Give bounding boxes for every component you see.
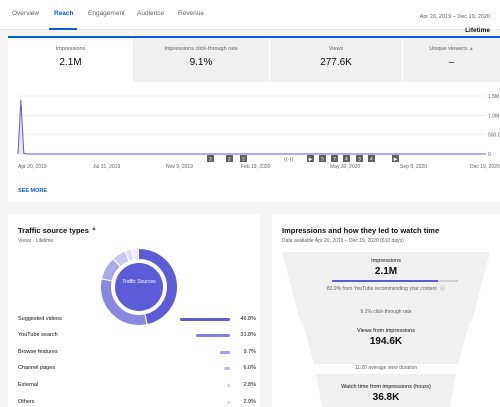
info-icon[interactable]: ▲ xyxy=(469,46,474,52)
tab-engagement[interactable]: Engagement xyxy=(88,10,125,17)
y-tick-label: 1.5M xyxy=(488,94,499,100)
traffic-source-row[interactable]: External 2.8% xyxy=(18,381,256,391)
traffic-source-card: Traffic source types ▲ Views · Lifetime … xyxy=(8,214,260,407)
reach-chart: 1.5M 1.0M 500.0K 0 Apr 20, 2019 Jul 31, 2019 N… xyxy=(8,82,500,204)
x-tick-label: Nov 9, 2019 xyxy=(166,164,193,170)
traffic-source-bar xyxy=(226,401,230,404)
metric-value: 9.1% xyxy=(189,57,213,68)
tab-audience[interactable]: Audience xyxy=(137,10,164,17)
metric-ctr[interactable]: Impressions click-through rate 9.1% xyxy=(133,38,269,82)
annotation-marker-label: 7 xyxy=(333,156,336,162)
annotation-marker-label: 3 xyxy=(358,156,361,162)
traffic-source-bar xyxy=(223,367,230,370)
metric-value: 277.6K xyxy=(320,57,352,68)
x-tick-label: Jul 31, 2019 xyxy=(93,164,120,170)
date-range-picker[interactable]: Apr 20, 2019 – Dec 19, 2020 Lifetime xyxy=(420,5,490,34)
traffic-source-name: Channel pages xyxy=(18,365,56,371)
metric-label: Views xyxy=(328,46,344,52)
traffic-source-row[interactable]: YouTube search 31.8% xyxy=(18,331,256,341)
x-tick-label: Dec 19, 2020 xyxy=(470,164,500,170)
funnel-impressions: Impressions 2.1M xyxy=(292,258,480,277)
traffic-source-value: 2.9% xyxy=(243,399,256,405)
traffic-subtitle: Views · Lifetime xyxy=(18,238,54,244)
active-tab-indicator xyxy=(49,28,77,30)
traffic-source-value: 9.7% xyxy=(243,349,256,355)
traffic-source-row[interactable]: Browse features 9.7% xyxy=(18,348,256,358)
traffic-title: Traffic source types xyxy=(18,226,89,235)
annotation-marker-label: 5 xyxy=(321,156,324,162)
y-tick-label: 1.0M xyxy=(488,113,499,119)
recommend-note: 83.9% from YouTube recommending your con… xyxy=(326,286,437,292)
funnel-stage-label: Impressions xyxy=(371,258,401,264)
traffic-source-name: Others xyxy=(18,399,35,405)
x-tick-label: May 30, 2020 xyxy=(330,164,361,170)
annotation-marker-label: 2 xyxy=(228,156,231,162)
funnel-views: Views from impressions 194.6K xyxy=(302,328,470,347)
top-nav: Overview Reach Engagement Audience Reven… xyxy=(0,0,500,34)
traffic-source-bar xyxy=(227,384,230,387)
x-tick-label: Sep 9, 2020 xyxy=(400,164,427,170)
reach-overview-card: Impressions 2.1M Impressions click-throu… xyxy=(8,36,500,202)
see-more-link[interactable]: SEE MORE xyxy=(18,188,47,194)
traffic-source-value: 6.0% xyxy=(243,365,256,371)
traffic-source-bar xyxy=(196,334,230,337)
annotation-marker-label: 2 xyxy=(209,156,212,162)
traffic-source-value: 46.8% xyxy=(240,316,256,322)
metric-views[interactable]: Views 277.6K xyxy=(270,38,402,82)
traffic-source-name: External xyxy=(18,382,39,388)
metric-value: – xyxy=(448,57,455,68)
live-marker-icon[interactable]: ((·)) xyxy=(284,157,293,163)
funnel-stage-label: Views from impressions xyxy=(357,328,415,334)
annotation-marker-label: 2 xyxy=(242,156,245,162)
funnel-stage-value: 2.1M xyxy=(374,266,398,277)
tab-overview[interactable]: Overview xyxy=(12,10,39,17)
annotation-marker-label: ▶ xyxy=(309,157,313,162)
metric-value: 2.1M xyxy=(59,57,82,68)
avg-duration-note: 11:20 average view duration xyxy=(354,365,418,371)
tab-revenue[interactable]: Revenue xyxy=(178,10,204,17)
traffic-source-value: 2.8% xyxy=(243,382,256,388)
traffic-source-bar xyxy=(219,351,230,354)
traffic-source-name: Suggested videos xyxy=(18,316,62,322)
annotation-marker-label: 4 xyxy=(370,156,373,162)
funnel-watch-time: Watch time from impressions (hours) 36.8… xyxy=(316,384,456,403)
traffic-source-name: Browse features xyxy=(18,349,58,355)
ctr-note: 9.1% click-through rate xyxy=(360,309,412,315)
recommend-progress xyxy=(332,280,458,282)
traffic-source-name: YouTube search xyxy=(18,332,58,338)
metric-label: Unique viewers xyxy=(429,46,467,52)
funnel-stage-value: 194.6K xyxy=(369,336,403,347)
traffic-source-value: 31.8% xyxy=(240,332,256,338)
series-area xyxy=(18,99,486,154)
funnel-stage-value: 36.8K xyxy=(372,392,400,403)
metric-label: Impressions click-through rate xyxy=(164,46,238,52)
traffic-source-bar xyxy=(180,318,230,321)
info-icon[interactable]: ⓘ xyxy=(440,286,445,292)
metric-label: Impressions xyxy=(55,46,86,52)
x-tick-label: Feb 19, 2020 xyxy=(241,164,271,170)
impressions-funnel-card: Impressions and how they led to watch ti… xyxy=(272,214,500,407)
donut-label: Traffic Sources xyxy=(122,279,156,285)
x-tick-label: Apr 20, 2019 xyxy=(18,164,47,170)
annotation-marker-label: 4 xyxy=(345,156,348,162)
info-icon[interactable]: ▲ xyxy=(91,226,97,232)
donut-center xyxy=(115,263,163,311)
annotation-marker-label: ▶ xyxy=(394,157,398,162)
y-tick-label: 0 xyxy=(488,152,491,158)
recommend-progress-fill xyxy=(332,280,438,282)
funnel-stage-label: Watch time from impressions (hours) xyxy=(341,384,431,390)
series-line[interactable] xyxy=(17,99,486,155)
metric-impressions[interactable]: Impressions 2.1M xyxy=(8,38,133,82)
y-tick-label: 500.0K xyxy=(488,133,500,139)
period-label: Lifetime xyxy=(465,27,490,34)
line-chart: 1.5M 1.0M 500.0K 0 Apr 20, 2019 Jul 31, 2019 N… xyxy=(17,94,500,170)
traffic-source-row[interactable]: Suggested videos 46.8% xyxy=(18,315,256,325)
traffic-source-row[interactable]: Channel pages 6.0% xyxy=(18,364,256,374)
tab-reach[interactable]: Reach xyxy=(54,10,74,17)
metric-unique-viewers[interactable]: Unique viewers ▲ – xyxy=(403,38,500,82)
traffic-source-row[interactable]: Others 2.9% xyxy=(18,398,256,407)
date-range: Apr 20, 2019 – Dec 19, 2020 xyxy=(419,14,490,20)
